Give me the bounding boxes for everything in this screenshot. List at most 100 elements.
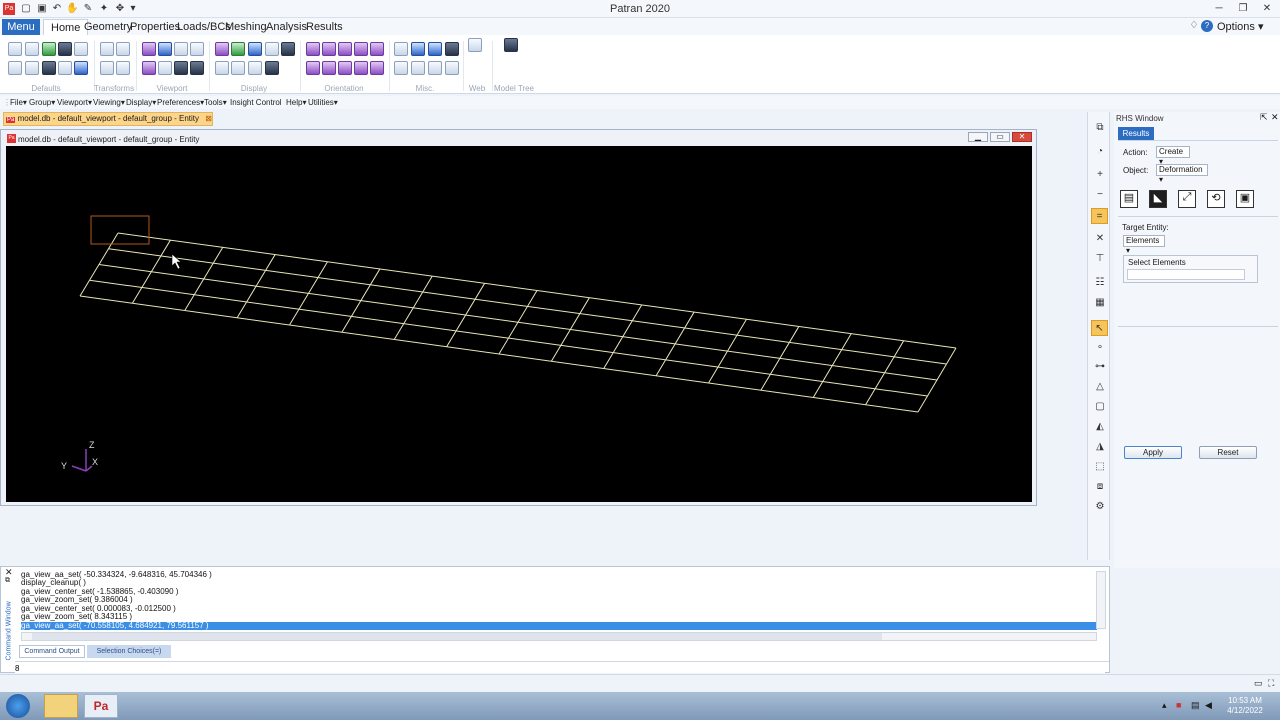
tab-command-output[interactable]: Command Output xyxy=(19,645,85,658)
tool-tria-icon[interactable]: △ xyxy=(1094,381,1106,393)
rotate-x-icon[interactable] xyxy=(100,42,114,56)
tool-pick-icon[interactable]: ↖ xyxy=(1091,320,1108,336)
tool-node-icon[interactable]: ∘ xyxy=(1094,342,1106,354)
open-icon[interactable] xyxy=(25,42,39,56)
action-dropdown[interactable]: Create ▾ xyxy=(1156,146,1190,166)
tool-settings-icon[interactable]: ⚙ xyxy=(1094,501,1106,513)
menu-group[interactable]: Group▾ xyxy=(29,96,55,109)
render-grid-icon[interactable] xyxy=(265,42,279,56)
graphics-viewport[interactable]: Z Y X xyxy=(6,146,1032,502)
view-iso3-icon[interactable] xyxy=(354,61,368,75)
tool-tet-icon[interactable]: ◭ xyxy=(1094,421,1106,433)
cmd-float-icon[interactable]: ⧉ xyxy=(5,577,10,585)
redraw-icon[interactable] xyxy=(265,61,279,75)
fullscreen-icon[interactable]: ⛶ xyxy=(1268,678,1274,689)
tab-selection-choices[interactable]: Selection Choices(=) xyxy=(87,645,171,658)
rotate-y-icon[interactable] xyxy=(116,42,130,56)
cmd-vertical-scrollbar[interactable] xyxy=(1096,571,1106,629)
tool-wedge-icon[interactable]: ◮ xyxy=(1094,441,1106,453)
tool-plus-icon[interactable]: + xyxy=(1094,169,1106,181)
tool-group-icon[interactable]: ⧈ xyxy=(1094,481,1106,493)
cmd-line-selected[interactable]: ga_view_aa_set( -70.558105, 4.684921, 79… xyxy=(21,622,1097,630)
rhs-close-icon[interactable]: ✕ xyxy=(1271,112,1279,123)
shaded-icon[interactable] xyxy=(231,42,245,56)
rotate-z-icon[interactable] xyxy=(100,61,114,75)
apply-button[interactable]: Apply xyxy=(1124,446,1182,459)
menu-viewing[interactable]: Viewing▾ xyxy=(93,96,125,109)
deform-select-icon[interactable]: ▤ xyxy=(1120,190,1138,208)
viewport-maximize-icon[interactable]: ▭ xyxy=(990,132,1010,142)
tool-cross-icon[interactable]: ✕ xyxy=(1094,233,1106,245)
menu-utilities[interactable]: Utilities▾ xyxy=(308,96,338,109)
rhs-pin-icon[interactable]: ⇱ xyxy=(1260,112,1268,123)
menu-preferences[interactable]: Preferences▾ xyxy=(157,96,204,109)
object-dropdown[interactable]: Deformation ▾ xyxy=(1156,164,1208,184)
select-icon[interactable] xyxy=(411,61,425,75)
collapse-ribbon-icon[interactable]: ♢ xyxy=(1188,20,1200,32)
close-icon[interactable]: ✕ xyxy=(1261,3,1273,15)
tray-volume-icon[interactable]: ◀ xyxy=(1205,700,1212,711)
close-tab-icon[interactable]: ⊠ xyxy=(205,114,212,123)
tab-menu[interactable]: Menu xyxy=(2,19,40,35)
misc-option-icon[interactable] xyxy=(445,61,459,75)
menu-display[interactable]: Display▾ xyxy=(126,96,156,109)
start-button-icon[interactable] xyxy=(6,694,30,718)
tool-filter-icon[interactable]: ⊤ xyxy=(1094,253,1106,265)
document-tab[interactable]: Pa model.db - default_viewport - default… xyxy=(3,112,213,126)
restore-icon[interactable]: ❐ xyxy=(1237,3,1249,15)
lock-icon[interactable] xyxy=(445,42,459,56)
mark-icon[interactable] xyxy=(428,61,442,75)
tray-network-icon[interactable]: ▤ xyxy=(1191,700,1200,711)
view-left-icon[interactable] xyxy=(338,42,352,56)
tool-table-icon[interactable]: ▦ xyxy=(1094,297,1106,309)
print-icon[interactable] xyxy=(74,42,88,56)
layout-icon[interactable]: ▭ xyxy=(1254,678,1263,689)
viewport-new-icon[interactable] xyxy=(142,42,156,56)
save-icon[interactable] xyxy=(58,42,72,56)
options-menu[interactable]: Options ▾ xyxy=(1210,19,1271,35)
import-icon[interactable] xyxy=(42,42,56,56)
menu-viewport[interactable]: Viewport▾ xyxy=(57,96,92,109)
view-iso2-icon[interactable] xyxy=(338,61,352,75)
patran-taskbar-icon[interactable]: Pa xyxy=(84,694,118,718)
mesh-canvas[interactable] xyxy=(6,146,1032,502)
hidden-line-icon[interactable] xyxy=(281,42,295,56)
deform-animate-icon[interactable]: ▣ xyxy=(1236,190,1254,208)
deform-plot-icon[interactable]: ⤢ xyxy=(1178,190,1196,208)
spin-icon[interactable] xyxy=(428,42,442,56)
wireframe-icon[interactable] xyxy=(215,42,229,56)
cmd-horizontal-scrollbar[interactable] xyxy=(21,632,1097,641)
tray-pdf-icon[interactable]: ■ xyxy=(1176,700,1181,710)
menu-tools[interactable]: Tools▾ xyxy=(204,96,227,109)
tool-equal-icon[interactable]: = xyxy=(1091,208,1108,224)
copy-icon[interactable] xyxy=(8,61,22,75)
viewport-center-icon[interactable] xyxy=(174,42,188,56)
model-tree-icon[interactable] xyxy=(504,38,518,52)
cursor-icon[interactable] xyxy=(411,42,425,56)
select-elements-input[interactable] xyxy=(1127,269,1245,280)
view-top-icon[interactable] xyxy=(370,42,384,56)
zoom-icon[interactable] xyxy=(174,61,188,75)
node-display-icon[interactable] xyxy=(231,61,245,75)
minimize-icon[interactable]: ─ xyxy=(1213,3,1225,15)
label-icon[interactable] xyxy=(215,61,229,75)
clock[interactable]: 10:53 AM 4/12/2022 xyxy=(1225,696,1265,716)
reset-button[interactable]: Reset xyxy=(1199,446,1257,459)
tool-orbit-icon[interactable]: ◔ xyxy=(1094,146,1106,158)
menu-help[interactable]: Help▾ xyxy=(286,96,306,109)
zoom-box-icon[interactable] xyxy=(190,61,204,75)
menu-file[interactable]: File▾ xyxy=(10,96,27,109)
view-iso4-icon[interactable] xyxy=(370,61,384,75)
pan-icon[interactable] xyxy=(116,61,130,75)
clean-icon[interactable] xyxy=(58,61,72,75)
viewport-fit-icon[interactable] xyxy=(158,42,172,56)
measure-icon[interactable] xyxy=(394,42,408,56)
element-display-icon[interactable] xyxy=(248,61,262,75)
cmd-scroll-thumb[interactable] xyxy=(32,633,882,640)
paste-icon[interactable] xyxy=(25,61,39,75)
tray-arrow-icon[interactable]: ▴ xyxy=(1162,700,1167,711)
tool-quad-icon[interactable]: ▢ xyxy=(1094,401,1106,413)
tab-results[interactable]: Results xyxy=(299,19,350,35)
command-input[interactable] xyxy=(15,663,1105,673)
view-right-icon[interactable] xyxy=(354,42,368,56)
